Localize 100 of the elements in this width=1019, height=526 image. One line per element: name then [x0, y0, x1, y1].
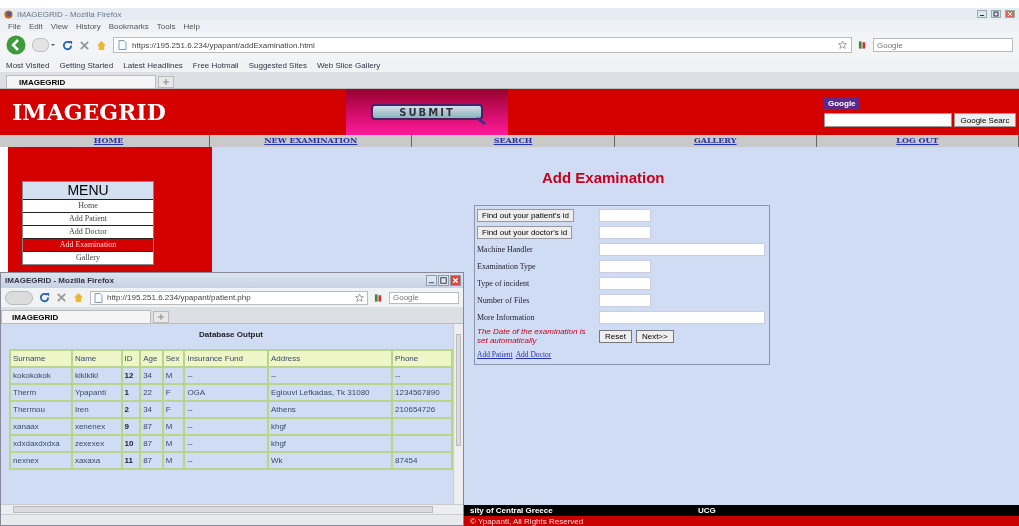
date-note: The Date of the examination is set automatically [477, 327, 587, 345]
column-header: Sex [162, 350, 185, 367]
bookmark-link[interactable]: Free Hotmail [192, 60, 239, 70]
input-field[interactable] [599, 243, 765, 256]
maximize-button[interactable] [991, 10, 1001, 18]
footer-text: sity of Central Greece [470, 506, 554, 515]
window-title: IMAGEGRID - Mozilla Firefox [5, 276, 114, 285]
field-label: Machine Handler [477, 245, 533, 254]
column-header: Phone [392, 350, 452, 367]
input-field[interactable] [599, 311, 765, 324]
menu-item[interactable]: Help [183, 21, 200, 31]
google-search-field[interactable] [824, 113, 952, 127]
minimize-button[interactable] [977, 10, 987, 18]
vertical-scrollbar[interactable] [453, 324, 463, 504]
site-logo: IMAGEGRID [12, 99, 167, 125]
table-cell: -- [187, 371, 193, 380]
menu-item[interactable]: Bookmarks [108, 21, 149, 31]
new-tab-button[interactable] [153, 311, 169, 323]
bookmark-link[interactable]: Suggested Sites [248, 60, 307, 70]
input-field[interactable] [599, 260, 651, 273]
menu-item[interactable]: Tools [156, 21, 176, 31]
lookup-button[interactable]: Find out your doctor's id [477, 226, 573, 239]
table-cell: Eglouvi Lefkadas, Tk 31080 [270, 388, 370, 397]
menu-item[interactable]: Edit [28, 21, 43, 31]
browser-tab[interactable]: IMAGEGRID [1, 310, 151, 323]
table-cell: -- [187, 405, 193, 414]
url-text: https://195.251.6.234/ypapant/addExamination.html [132, 40, 315, 50]
field-label: Examination Type [477, 262, 536, 271]
form-button[interactable]: Reset [599, 329, 632, 343]
table-cell: -- [270, 371, 277, 380]
input-field[interactable] [599, 209, 651, 222]
table-cell: 87 [143, 422, 153, 431]
bookmark-link[interactable]: Latest Headlines [123, 60, 183, 70]
home-icon[interactable] [73, 292, 84, 303]
table-cell: F [165, 388, 171, 397]
input-field[interactable] [599, 277, 651, 290]
star-icon[interactable] [838, 40, 847, 50]
back-button[interactable] [6, 35, 26, 55]
table-cell: xdxdaxdxdxa [13, 439, 60, 448]
back-button[interactable] [5, 290, 33, 305]
table-cell: M [165, 371, 173, 380]
table-cell: -- [187, 439, 193, 448]
reload-icon[interactable] [39, 292, 50, 303]
table-cell: 2 [124, 405, 130, 414]
menu-item[interactable]: File [8, 21, 21, 31]
menu-link[interactable]: Add Examination [23, 239, 153, 251]
home-icon[interactable] [96, 39, 107, 51]
column-header: Insurance Fund [184, 350, 268, 367]
menu-link[interactable]: Add Doctor [23, 226, 153, 238]
table-cell: zexexex [74, 439, 105, 448]
menu-item[interactable]: View [50, 21, 68, 31]
search-engine-icon[interactable] [858, 40, 867, 50]
menu-item[interactable]: History [75, 21, 101, 31]
url-text: http://195.251.6.234/ypapant/patient.php [107, 293, 251, 302]
table-cell: 11 [124, 456, 134, 465]
menu-link[interactable]: Gallery [23, 252, 153, 264]
table-cell: 12 [124, 371, 134, 380]
table-heading: Database Output [198, 330, 264, 339]
maximize-button[interactable] [438, 275, 449, 286]
table-cell: 1234567890 [395, 388, 440, 397]
browser-tab[interactable]: IMAGEGRID [6, 75, 156, 88]
table-cell: 87 [143, 456, 153, 465]
star-icon[interactable] [355, 292, 364, 303]
table-cell: OGA [187, 388, 206, 397]
submit-button[interactable]: SUBMIT [371, 104, 483, 120]
forward-button[interactable] [32, 38, 56, 52]
search-field[interactable]: Google [873, 38, 1013, 52]
bookmark-link[interactable]: Getting Started [59, 60, 114, 70]
address-bar[interactable]: http://195.251.6.234/ypapant/patient.php [90, 290, 368, 305]
table-cell: 22 [143, 388, 153, 397]
column-header: Address [267, 350, 393, 367]
bookmark-link[interactable]: Web Slice Gallery [316, 60, 381, 70]
table-cell: Therm [13, 388, 37, 397]
address-bar[interactable]: https://195.251.6.234/ypapant/addExamination.html [113, 37, 852, 53]
search-engine-icon[interactable] [374, 292, 383, 303]
horizontal-scrollbar[interactable] [1, 504, 463, 514]
menu-link[interactable]: Home [23, 200, 153, 212]
new-tab-button[interactable] [158, 76, 174, 88]
close-button[interactable] [450, 275, 461, 286]
close-button[interactable] [1005, 10, 1015, 18]
table-cell: xanaax [13, 422, 39, 431]
reload-icon[interactable] [62, 39, 73, 51]
search-field[interactable]: Google [389, 291, 459, 304]
input-field[interactable] [599, 294, 651, 307]
menu-title: MENU [23, 182, 153, 199]
table-cell: 87 [143, 439, 153, 448]
stop-icon[interactable] [56, 292, 67, 303]
column-header: Age [140, 350, 163, 367]
bookmark-link[interactable]: Most Visited [6, 60, 50, 70]
table-cell: -- [395, 371, 401, 380]
input-field[interactable] [599, 226, 651, 239]
table-cell: xaxaxa [74, 456, 101, 465]
google-search-button[interactable]: Google Searc [954, 113, 1016, 127]
table-cell: -- [187, 422, 193, 431]
lookup-button[interactable]: Find out your patient's id [477, 209, 574, 222]
form-button[interactable]: Next>> [635, 329, 674, 343]
column-header: Surname [10, 350, 72, 367]
stop-icon[interactable] [79, 39, 90, 51]
table-cell: nexnex [13, 456, 39, 465]
menu-link[interactable]: Add Patient [23, 213, 153, 225]
